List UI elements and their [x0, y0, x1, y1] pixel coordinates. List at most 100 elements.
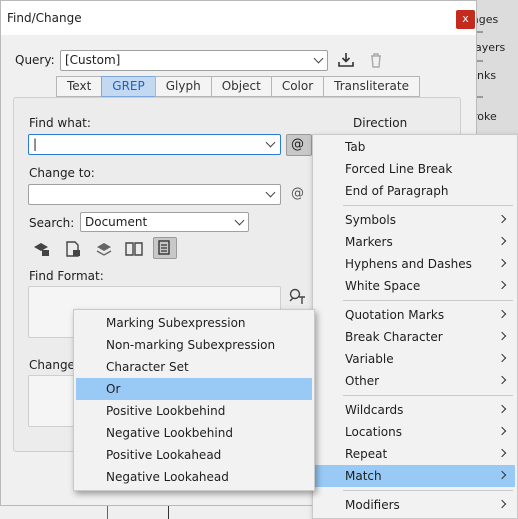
- chevron-down-icon: [234, 215, 245, 226]
- menu-item-modifiers[interactable]: Modifiers: [315, 494, 515, 516]
- submenu-item-negative-lookahead[interactable]: Negative Lookahead: [76, 466, 312, 488]
- menu-item-other[interactable]: Other: [315, 370, 515, 392]
- include-locked-stories-button[interactable]: [63, 239, 83, 259]
- menu-item-locations[interactable]: Locations: [315, 421, 515, 443]
- menu-item-hyphens-and-dashes[interactable]: Hyphens and Dashes: [315, 253, 515, 275]
- panel-item-links[interactable]: nks: [477, 69, 496, 82]
- tab-bar: Text GREP Glyph Object Color Translitera…: [56, 76, 420, 97]
- menu-item-label: Match: [345, 469, 382, 483]
- save-query-button[interactable]: [336, 50, 356, 70]
- hidden-layers-icon: [96, 243, 112, 256]
- menu-separator: [343, 300, 513, 301]
- tab-transliterate[interactable]: Transliterate: [323, 76, 420, 97]
- change-format-box[interactable]: [28, 375, 78, 427]
- find-what-label: Find what:: [29, 116, 91, 130]
- dialog-title: Find/Change: [7, 11, 82, 25]
- menu-item-tab[interactable]: Tab: [315, 136, 515, 158]
- change-to-label: Change to:: [29, 166, 95, 180]
- change-format-label: Change: [29, 358, 75, 372]
- search-scope-value: Document: [85, 215, 148, 229]
- menu-separator: [343, 205, 513, 206]
- submenu-item-or[interactable]: Or: [76, 378, 312, 400]
- menu-item-label: White Space: [345, 279, 421, 293]
- menu-item-symbols[interactable]: Symbols: [315, 209, 515, 231]
- find-what-input[interactable]: |: [28, 134, 281, 155]
- menu-item-white-space[interactable]: White Space: [315, 275, 515, 297]
- tab-object[interactable]: Object: [210, 76, 272, 97]
- locked-stories-icon: [66, 241, 80, 257]
- submenu-item-positive-lookahead[interactable]: Positive Lookahead: [76, 444, 312, 466]
- menu-separator: [343, 395, 513, 396]
- query-label: Query:: [15, 53, 55, 67]
- chevron-down-icon: [265, 137, 276, 148]
- save-query-icon: [338, 53, 354, 67]
- menu-item-wildcards[interactable]: Wildcards: [315, 399, 515, 421]
- menu-item-variable[interactable]: Variable: [315, 348, 515, 370]
- query-select[interactable]: [Custom]: [60, 50, 328, 71]
- match-submenu: Marking Subexpression Non-marking Subexp…: [73, 309, 315, 491]
- menu-item-match[interactable]: Match: [315, 465, 515, 487]
- menu-item-label: Tab: [345, 140, 366, 154]
- chevron-right-icon: [497, 214, 507, 224]
- chevron-right-icon: [497, 499, 507, 509]
- change-to-input[interactable]: [28, 184, 281, 205]
- chevron-down-icon: [265, 187, 276, 198]
- delete-query-button[interactable]: [366, 50, 386, 70]
- tab-text[interactable]: Text: [56, 76, 103, 97]
- submenu-item-non-marking-subexpression[interactable]: Non-marking Subexpression: [76, 334, 312, 356]
- special-characters-change-button[interactable]: @: [289, 184, 309, 204]
- menu-item-markers[interactable]: Markers: [315, 231, 515, 253]
- submenu-item-marking-subexpression[interactable]: Marking Subexpression: [76, 312, 312, 334]
- tab-color[interactable]: Color: [270, 76, 325, 97]
- include-locked-layers-button[interactable]: [31, 239, 51, 259]
- tab-grep[interactable]: GREP: [101, 76, 156, 97]
- menu-item-repeat[interactable]: Repeat: [315, 443, 515, 465]
- menu-item-label: Repeat: [345, 447, 388, 461]
- menu-item-label: Negative Lookahead: [106, 470, 229, 484]
- menu-item-label: Marking Subexpression: [106, 316, 246, 330]
- close-button[interactable]: x: [456, 10, 475, 29]
- menu-item-label: Forced Line Break: [345, 162, 453, 176]
- menu-item-label: Quotation Marks: [345, 308, 445, 322]
- menu-item-label: Positive Lookbehind: [106, 404, 226, 418]
- chevron-right-icon: [497, 280, 507, 290]
- include-footnotes-button[interactable]: [153, 237, 177, 259]
- tab-glyph[interactable]: Glyph: [154, 76, 212, 97]
- submenu-item-character-set[interactable]: Character Set: [76, 356, 312, 378]
- panel-item-layers[interactable]: ayers: [475, 41, 505, 54]
- footnotes-icon: [158, 240, 170, 255]
- special-characters-menu: Tab Forced Line Break End of Paragraph S…: [312, 134, 518, 519]
- menu-item-end-of-paragraph[interactable]: End of Paragraph: [315, 180, 515, 202]
- menu-item-label: Other: [345, 374, 380, 388]
- menu-item-quotation-marks[interactable]: Quotation Marks: [315, 304, 515, 326]
- menu-item-label: Variable: [345, 352, 394, 366]
- submenu-item-negative-lookbehind[interactable]: Negative Lookbehind: [76, 422, 312, 444]
- chevron-right-icon: [497, 426, 507, 436]
- chevron-right-icon: [497, 331, 507, 341]
- menu-item-label: Modifiers: [345, 498, 400, 512]
- menu-item-label: Or: [106, 382, 121, 396]
- menu-item-label: Character Set: [106, 360, 189, 374]
- menu-item-label: Wildcards: [345, 403, 404, 417]
- find-format-label: Find Format:: [29, 269, 104, 283]
- submenu-item-positive-lookbehind[interactable]: Positive Lookbehind: [76, 400, 312, 422]
- chevron-right-icon: [497, 404, 507, 414]
- menu-item-label: Locations: [345, 425, 403, 439]
- special-characters-find-button[interactable]: @: [286, 134, 312, 156]
- chevron-right-icon: [497, 236, 507, 246]
- search-scope-select[interactable]: Document: [80, 212, 249, 232]
- chevron-right-icon: [497, 448, 507, 458]
- guide-line: [107, 506, 108, 519]
- chevron-down-icon: [313, 53, 324, 64]
- title-bar[interactable]: Find/Change x: [1, 1, 476, 35]
- menu-separator: [343, 490, 513, 491]
- menu-item-forced-line-break[interactable]: Forced Line Break: [315, 158, 515, 180]
- menu-item-label: Negative Lookbehind: [106, 426, 233, 440]
- trash-icon: [371, 53, 381, 68]
- include-master-pages-button[interactable]: [124, 239, 144, 259]
- find-what-value: |: [33, 137, 38, 151]
- menu-item-break-character[interactable]: Break Character: [315, 326, 515, 348]
- specify-find-format-button[interactable]: [287, 286, 307, 306]
- menu-item-label: End of Paragraph: [345, 184, 449, 198]
- include-hidden-layers-button[interactable]: [94, 239, 114, 259]
